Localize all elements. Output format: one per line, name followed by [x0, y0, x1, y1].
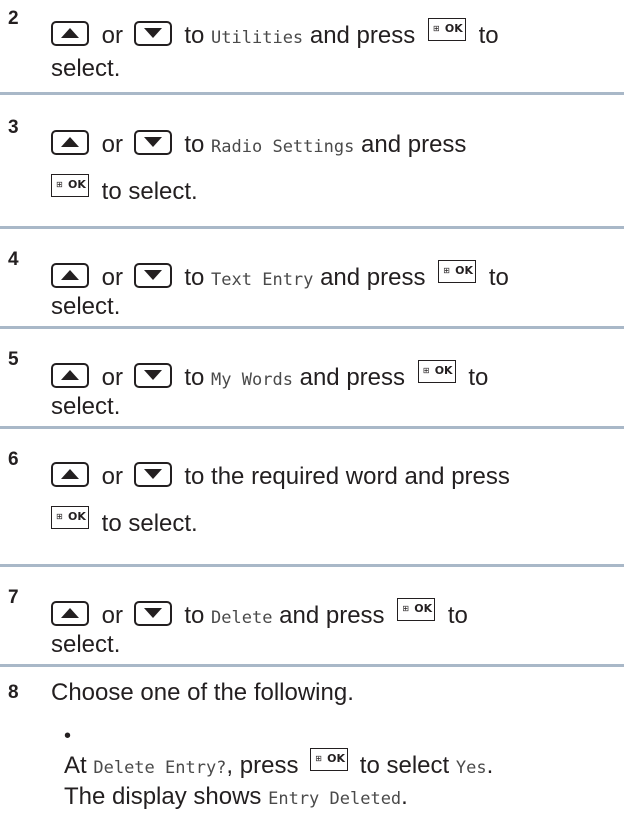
down-arrow-key-icon: [133, 130, 172, 155]
to-select-text: to select.: [101, 178, 198, 205]
menu-item-utilities: Utilities: [211, 28, 304, 48]
menu-ok-key-icon: ⊞ OK: [51, 506, 89, 529]
step-8-line-1: Choose one of the following.: [51, 679, 354, 706]
down-arrow-key-icon: [133, 263, 172, 288]
step-2-line-1: or to Utilities and press ⊞ OK to: [51, 18, 621, 53]
down-arrow-key-icon: [133, 21, 172, 46]
step-3-line-1: or to Radio Settings and press: [51, 130, 621, 162]
menu-item-delete: Delete: [211, 608, 273, 628]
step-8-option-line-2: The display shows Entry Deleted.: [64, 782, 624, 814]
menu-item-my-words: My Words: [211, 370, 293, 390]
step-number: 7: [8, 587, 19, 608]
menu-item-radio-settings: Radio Settings: [211, 137, 355, 157]
step-7-line-1: or to Delete and press ⊞ OK to: [51, 598, 621, 633]
or-text: or: [101, 364, 124, 391]
to-text: to: [184, 131, 205, 158]
and-press-text: and press: [279, 602, 385, 629]
press-text: , press: [226, 752, 299, 779]
or-text: or: [101, 22, 124, 49]
display-shows-text: The display shows: [64, 783, 262, 810]
step-2-line-2: select.: [51, 55, 121, 82]
and-press-text: and press: [309, 22, 416, 49]
to-text: to: [184, 602, 205, 629]
step-6-text: to the required word and press: [184, 463, 510, 490]
entry-deleted-message: Entry Deleted: [268, 789, 402, 809]
step-4-line-2: select.: [51, 293, 121, 320]
step-number: 2: [8, 8, 19, 29]
and-press-text: and press: [361, 131, 467, 158]
to-text-tail: to: [468, 364, 489, 391]
step-number: 3: [8, 117, 19, 138]
step-6-line-2: ⊞ OK to select.: [51, 506, 621, 539]
step-5-line-2: select.: [51, 393, 121, 420]
up-arrow-key-icon: [51, 462, 89, 487]
or-text: or: [101, 463, 124, 490]
bullet-mark: •: [64, 725, 72, 747]
delete-entry-prompt: Delete Entry?: [93, 758, 227, 778]
divider: [0, 564, 624, 567]
to-text: to: [184, 364, 205, 391]
option-yes: Yes: [455, 758, 487, 778]
step-3-line-2: ⊞ OK to select.: [51, 174, 621, 207]
step-number: 5: [8, 349, 19, 370]
menu-ok-key-icon: ⊞ OK: [51, 174, 89, 197]
and-press-text: and press: [320, 264, 426, 291]
or-text: or: [101, 131, 124, 158]
to-text-tail: to: [488, 264, 509, 291]
period: .: [486, 752, 494, 779]
divider: [0, 664, 624, 667]
menu-ok-key-icon: ⊞ OK: [310, 748, 349, 771]
step-7-line-2: select.: [51, 631, 121, 658]
step-number: 4: [8, 249, 19, 270]
up-arrow-key-icon: [51, 263, 89, 288]
up-arrow-key-icon: [51, 363, 89, 388]
step-number: 6: [8, 449, 19, 470]
down-arrow-key-icon: [133, 363, 172, 388]
or-text: or: [101, 602, 124, 629]
step-6-line-1: or to the required word and press: [51, 462, 621, 492]
menu-ok-key-icon: ⊞ OK: [397, 598, 436, 621]
to-text: to: [184, 264, 205, 291]
step-8-option-line-1: At Delete Entry?, press ⊞ OK to select Ye…: [64, 748, 624, 783]
divider: [0, 92, 624, 95]
step-4-line-1: or to Text Entry and press ⊞ OK to: [51, 260, 621, 295]
to-select-text: to select.: [101, 510, 198, 537]
step-5-line-1: or to My Words and press ⊞ OK to: [51, 360, 621, 395]
menu-item-text-entry: Text Entry: [211, 270, 314, 290]
divider: [0, 226, 624, 229]
menu-ok-key-icon: ⊞ OK: [438, 260, 477, 283]
step-number: 8: [8, 682, 19, 703]
and-press-text: and press: [299, 364, 406, 391]
or-text: or: [101, 264, 124, 291]
menu-ok-key-icon: ⊞ OK: [417, 360, 456, 383]
period: .: [401, 783, 408, 810]
down-arrow-key-icon: [133, 601, 172, 626]
at-text: At: [64, 752, 87, 779]
up-arrow-key-icon: [51, 601, 89, 626]
to-text-tail: to: [447, 602, 468, 629]
menu-ok-key-icon: ⊞ OK: [427, 18, 466, 41]
to-select-text: to select: [359, 752, 450, 779]
up-arrow-key-icon: [51, 21, 89, 46]
to-text: to: [184, 22, 205, 49]
down-arrow-key-icon: [133, 462, 172, 487]
up-arrow-key-icon: [51, 130, 89, 155]
manual-page: 2 or to Utilities and press ⊞ OK to selec…: [0, 0, 624, 832]
divider: [0, 326, 624, 329]
to-text-tail: to: [478, 22, 499, 49]
divider: [0, 426, 624, 429]
